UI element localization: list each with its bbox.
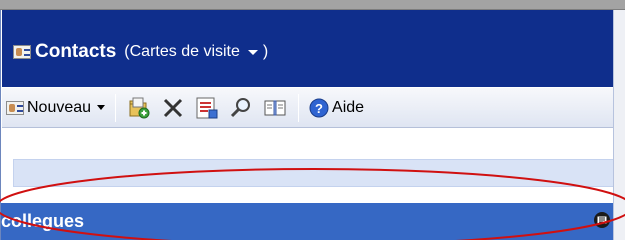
title-row: Contacts (Cartes de visite ) xyxy=(13,38,268,66)
new-button[interactable]: Nouveau xyxy=(2,93,109,123)
address-book-icon xyxy=(196,97,218,118)
open-book-button[interactable] xyxy=(260,93,290,123)
book-icon xyxy=(264,100,286,115)
toolbar-separator xyxy=(298,93,300,122)
chevron-down-icon xyxy=(247,49,258,55)
delete-button[interactable] xyxy=(158,93,188,123)
move-to-folder-icon xyxy=(129,97,150,118)
view-selector[interactable]: (Cartes de visite ) xyxy=(124,43,268,61)
toolbar: Nouveau ? Aide xyxy=(2,88,614,128)
new-dropdown-arrow-icon[interactable] xyxy=(97,105,106,110)
search-icon xyxy=(230,97,251,117)
group-header-row[interactable]: collegues xyxy=(1,203,613,240)
view-label-close: ) xyxy=(262,43,269,60)
letter-index-bar xyxy=(13,159,614,187)
help-icon: ? xyxy=(309,98,329,117)
find-button[interactable] xyxy=(226,93,256,123)
pane-header: Contacts (Cartes de visite ) xyxy=(2,10,614,87)
window-top-edge xyxy=(0,0,625,10)
contacts-icon xyxy=(13,45,31,59)
move-to-folder-button[interactable] xyxy=(124,93,154,123)
view-label: (Cartes de visite xyxy=(124,43,240,60)
new-contact-icon xyxy=(6,100,24,115)
help-button[interactable]: ? Aide xyxy=(305,93,368,123)
help-button-label: Aide xyxy=(332,98,365,116)
page-title: Contacts xyxy=(35,41,117,62)
scrollbar-edge xyxy=(613,10,625,240)
new-button-label: Nouveau xyxy=(27,98,92,116)
delete-icon xyxy=(163,98,183,117)
group-label: collegues xyxy=(1,211,85,231)
group-card-icon xyxy=(594,212,610,228)
svg-text:?: ? xyxy=(315,101,323,116)
address-book-button[interactable] xyxy=(192,93,222,123)
toolbar-separator xyxy=(115,93,117,122)
